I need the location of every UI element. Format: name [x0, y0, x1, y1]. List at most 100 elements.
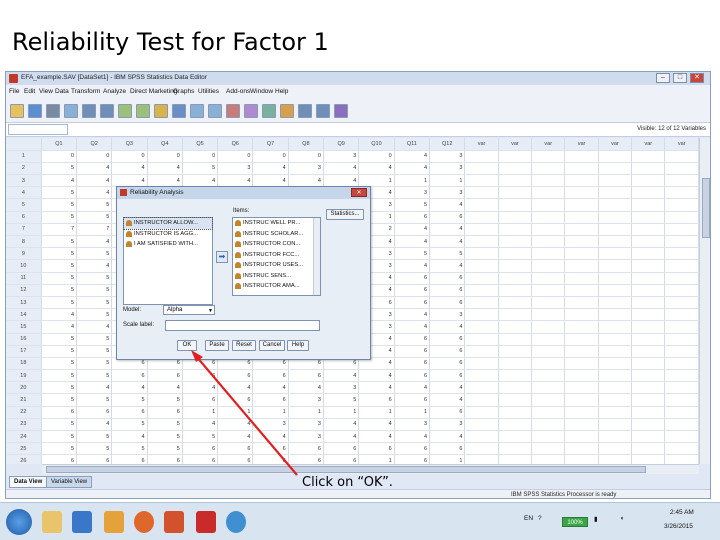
grid-cell[interactable]: 5: [41, 272, 78, 285]
grid-cell[interactable]: 5: [41, 198, 78, 212]
grid-cell[interactable]: [464, 381, 499, 395]
grid-cell[interactable]: [531, 296, 566, 310]
grid-cell[interactable]: 4: [182, 174, 219, 188]
grid-cell[interactable]: 4: [76, 186, 113, 200]
grid-cell[interactable]: 6: [394, 211, 431, 224]
grid-cell[interactable]: 4: [323, 369, 360, 383]
grid-cell[interactable]: 4: [76, 381, 113, 395]
grid-cell[interactable]: 5: [41, 162, 78, 176]
grid-cell[interactable]: 5: [76, 211, 113, 224]
column-header[interactable]: Q4: [147, 138, 183, 151]
grid-cell[interactable]: 1: [217, 406, 254, 419]
column-header[interactable]: Q6: [217, 138, 254, 151]
grid-cell[interactable]: [464, 308, 499, 322]
grid-cell[interactable]: [464, 211, 499, 224]
grid-cell[interactable]: [598, 247, 633, 261]
grid-cell[interactable]: [498, 393, 533, 407]
value-labels-icon[interactable]: [280, 104, 294, 118]
outlook-icon[interactable]: [72, 511, 92, 533]
grid-cell[interactable]: [564, 430, 599, 444]
grid-cell[interactable]: [464, 235, 499, 249]
close-button[interactable]: ✕: [690, 73, 704, 83]
grid-cell[interactable]: [464, 198, 499, 212]
goto-case-icon[interactable]: [118, 104, 132, 118]
row-header[interactable]: 20: [6, 381, 42, 395]
grid-cell[interactable]: [498, 247, 533, 261]
grid-cell[interactable]: 6: [252, 454, 289, 464]
column-header[interactable]: Q3: [111, 138, 148, 151]
grid-cell[interactable]: [631, 211, 666, 224]
goto-variable-icon[interactable]: [136, 104, 150, 118]
grid-cell[interactable]: 6: [323, 442, 360, 456]
split-file-icon[interactable]: [226, 104, 240, 118]
grid-cell[interactable]: 6: [147, 454, 183, 464]
grid-cell[interactable]: [631, 369, 666, 383]
insert-cases-icon[interactable]: [190, 104, 204, 118]
open-icon[interactable]: [10, 104, 24, 118]
grid-cell[interactable]: [498, 357, 533, 371]
grid-cell[interactable]: 5: [76, 272, 113, 285]
list-item[interactable]: INSTRUC SCHOLAR...: [233, 229, 320, 240]
row-header[interactable]: 24: [6, 430, 42, 444]
grid-cell[interactable]: [598, 162, 633, 176]
menu-edit[interactable]: Edit: [24, 88, 35, 95]
grid-cell[interactable]: 4: [252, 430, 289, 444]
grid-cell[interactable]: 5: [76, 357, 113, 371]
list-item[interactable]: INSTRUCTOR AMA...: [233, 281, 320, 292]
grid-cell[interactable]: 4: [182, 418, 219, 432]
grid-cell[interactable]: [564, 369, 599, 383]
row-header[interactable]: 2: [6, 162, 42, 176]
grid-cell[interactable]: 6: [217, 369, 254, 383]
row-header[interactable]: 25: [6, 442, 42, 456]
grid-cell[interactable]: [598, 393, 633, 407]
grid-cell[interactable]: 0: [252, 150, 289, 163]
list-item[interactable]: INSTRUCTOR IS AGG...: [124, 229, 212, 240]
grid-cell[interactable]: 6: [394, 369, 431, 383]
grid-cell[interactable]: 7: [41, 223, 78, 237]
grid-cell[interactable]: [598, 442, 633, 456]
grid-cell[interactable]: [598, 406, 633, 419]
grid-cell[interactable]: [464, 247, 499, 261]
grid-cell[interactable]: [598, 320, 633, 334]
grid-cell[interactable]: [664, 320, 699, 334]
grid-cell[interactable]: 4: [41, 320, 78, 334]
grid-cell[interactable]: 3: [288, 393, 324, 407]
column-header[interactable]: var: [464, 138, 499, 151]
grid-cell[interactable]: [598, 357, 633, 371]
grid-cell[interactable]: [564, 211, 599, 224]
column-header[interactable]: var: [631, 138, 666, 151]
grid-cell[interactable]: 6: [111, 454, 148, 464]
grid-cell[interactable]: 6: [217, 393, 254, 407]
grid-cell[interactable]: [531, 186, 566, 200]
row-header[interactable]: 8: [6, 235, 42, 249]
firefox-icon[interactable]: [134, 511, 154, 533]
grid-cell[interactable]: 3: [429, 418, 466, 432]
grid-cell[interactable]: [631, 296, 666, 310]
grid-cell[interactable]: 5: [41, 381, 78, 395]
help-tray-icon[interactable]: ?: [538, 515, 542, 522]
grid-cell[interactable]: 4: [358, 381, 395, 395]
list-item[interactable]: INSTRUCTOR USES...: [233, 260, 320, 271]
grid-cell[interactable]: 5: [41, 393, 78, 407]
grid-cell[interactable]: 1: [252, 406, 289, 419]
grid-cell[interactable]: [498, 430, 533, 444]
grid-cell[interactable]: [498, 284, 533, 297]
grid-cell[interactable]: [631, 174, 666, 188]
row-header[interactable]: 13: [6, 296, 42, 310]
grid-cell[interactable]: [631, 333, 666, 346]
cancel-button[interactable]: Cancel: [259, 340, 285, 351]
grid-cell[interactable]: 6: [358, 393, 395, 407]
grid-cell[interactable]: [531, 247, 566, 261]
language-indicator[interactable]: EN: [524, 515, 533, 522]
row-header[interactable]: 1: [6, 150, 42, 163]
grid-cell[interactable]: 5: [394, 198, 431, 212]
grid-cell[interactable]: 5: [41, 259, 78, 273]
grid-cell[interactable]: [464, 272, 499, 285]
grid-cell[interactable]: [531, 198, 566, 212]
grid-cell[interactable]: [498, 333, 533, 346]
grid-cell[interactable]: 4: [429, 259, 466, 273]
grid-cell[interactable]: 5: [323, 393, 360, 407]
grid-cell[interactable]: 4: [217, 418, 254, 432]
grid-cell[interactable]: 5: [182, 430, 219, 444]
grid-cell[interactable]: 5: [147, 442, 183, 456]
